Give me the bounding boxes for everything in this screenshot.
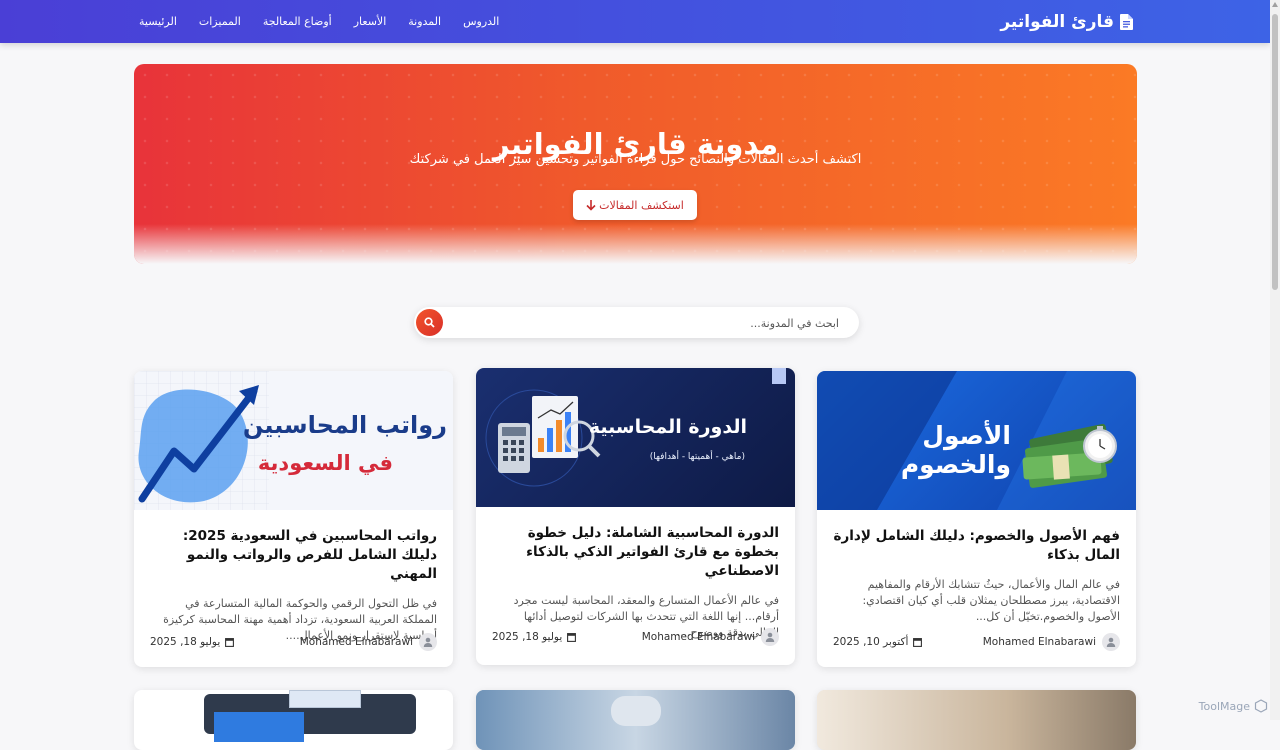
author-name: Mohamed Elnabarawi — [641, 631, 755, 643]
watermark-text: ToolMage — [1198, 699, 1250, 713]
blog-search — [414, 307, 859, 340]
robot-icon — [611, 696, 661, 726]
article-date: يوليو 18, 2025 — [150, 636, 235, 648]
article-thumbnail[interactable]: رواتب المحاسبين في السعودية — [134, 371, 453, 510]
article-card[interactable]: الأصول والخصوم فهم الأصول والخصوم: دليلك… — [817, 371, 1136, 667]
scroll-up-arrow-icon[interactable] — [1272, 2, 1278, 7]
article-card[interactable]: الدورة المحاسبية (ماهي - أهميتها - أهداف… — [476, 368, 795, 665]
hero-subtitle: اكتشف أحدث المقالات والنصائح حول قراءة ا… — [409, 152, 862, 167]
user-icon — [423, 637, 433, 647]
article-thumbnail[interactable]: الأصول والخصوم — [817, 371, 1136, 510]
thumbnail-title: الدورة المحاسبية — [588, 416, 747, 438]
article-meta: Mohamed Elnabarawi يوليو 18, 2025 — [492, 628, 779, 646]
search-input[interactable] — [457, 307, 841, 340]
nav-link-home[interactable]: الرئيسية — [139, 15, 177, 28]
article-meta: Mohamed Elnabarawi يوليو 18, 2025 — [150, 633, 437, 651]
nav-link-blog[interactable]: المدونة — [408, 15, 441, 28]
nav-link-tutorials[interactable]: الدروس — [463, 15, 499, 28]
thumbnail-subtitle: (ماهي - أهميتها - أهدافها) — [649, 452, 745, 462]
avatar — [761, 628, 779, 646]
growth-chart-icon — [134, 371, 269, 510]
article-card[interactable] — [817, 690, 1136, 750]
nav-link-features[interactable]: المميزات — [199, 15, 241, 28]
watermark: ToolMage — [1199, 699, 1268, 713]
explore-articles-label: استكشف المقالات — [599, 198, 684, 212]
calendar-icon — [567, 633, 577, 642]
thumbnail-title: الأصول والخصوم — [900, 421, 1011, 479]
document-icon — [289, 690, 361, 708]
calendar-icon — [225, 638, 235, 647]
nav-link-processing-modes[interactable]: أوضاع المعالجة — [263, 15, 332, 28]
article-meta: Mohamed Elnabarawi أكتوبر 10, 2025 — [833, 633, 1120, 651]
article-card[interactable] — [134, 690, 453, 750]
page-scrollbar[interactable] — [1270, 0, 1280, 720]
article-author: Mohamed Elnabarawi — [300, 633, 437, 651]
article-title[interactable]: رواتب المحاسبين في السعودية 2025: دليلك … — [150, 527, 437, 584]
arrow-down-icon — [586, 199, 596, 211]
nav-links: الرئيسية المميزات أوضاع المعالجة الأسعار… — [139, 0, 499, 43]
article-card[interactable] — [476, 690, 795, 750]
article-title[interactable]: الدورة المحاسبية الشاملة: دليل خطوة بخطو… — [492, 524, 779, 581]
explore-articles-button[interactable]: استكشف المقالات — [573, 190, 697, 220]
hero-banner: مدونة قارئ الفواتير اكتشف أحدث المقالات … — [134, 64, 1137, 264]
date-text: أكتوبر 10, 2025 — [833, 636, 909, 648]
date-text: يوليو 18, 2025 — [492, 631, 563, 643]
author-name: Mohamed Elnabarawi — [982, 636, 1096, 648]
calendar-icon — [913, 638, 923, 647]
document-icon — [1120, 13, 1133, 30]
thumbnail-subtitle: في السعودية — [257, 451, 393, 475]
article-date: يوليو 18, 2025 — [492, 631, 577, 643]
scrollbar-thumb[interactable] — [1272, 14, 1278, 290]
author-name: Mohamed Elnabarawi — [299, 636, 413, 648]
article-thumbnail[interactable]: الدورة المحاسبية (ماهي - أهميتها - أهداف… — [476, 368, 795, 507]
article-author: Mohamed Elnabarawi — [983, 633, 1120, 651]
nav-link-pricing[interactable]: الأسعار — [354, 15, 387, 28]
thumbnail-title: رواتب المحاسبين — [242, 411, 447, 439]
article-date: أكتوبر 10, 2025 — [833, 636, 923, 648]
brand-logo[interactable]: قارئ الفواتير — [1000, 0, 1133, 43]
article-card[interactable]: رواتب المحاسبين في السعودية رواتب المحاس… — [134, 371, 453, 667]
search-button[interactable] — [416, 309, 443, 336]
user-icon — [1106, 637, 1116, 647]
top-navbar: قارئ الفواتير الرئيسية المميزات أوضاع ال… — [0, 0, 1270, 43]
article-excerpt: في عالم المال والأعمال، حيثُ تتشابك الأر… — [862, 578, 1120, 623]
date-text: يوليو 18, 2025 — [150, 636, 221, 648]
avatar — [1102, 633, 1120, 651]
article-author: Mohamed Elnabarawi — [642, 628, 779, 646]
article-title[interactable]: فهم الأصول والخصوم: دليلك الشامل لإدارة … — [833, 527, 1120, 565]
avatar — [419, 633, 437, 651]
user-icon — [765, 632, 775, 642]
screen-icon — [214, 712, 304, 742]
brand-name: قارئ الفواتير — [1000, 11, 1114, 32]
hexagon-logo-icon — [1254, 699, 1268, 713]
article-thumbnail[interactable] — [817, 690, 1136, 750]
search-icon — [424, 317, 435, 328]
